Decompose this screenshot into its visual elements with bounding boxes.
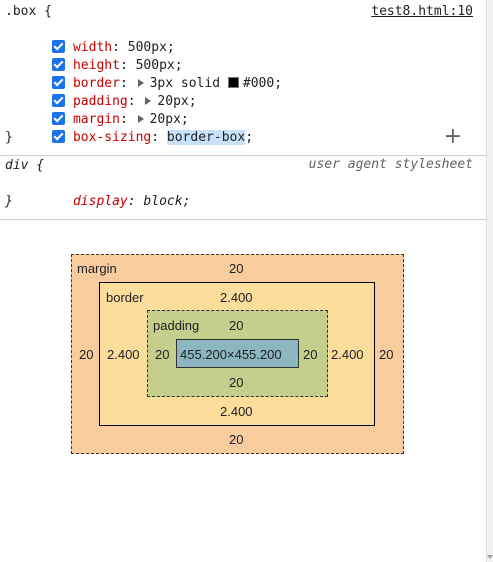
color-value[interactable]: #000 — [243, 76, 274, 91]
scroll-down-arrow-icon[interactable] — [487, 555, 493, 559]
padding-top-value[interactable]: 20 — [229, 319, 243, 333]
border-bottom-value[interactable]: 2.400 — [220, 405, 253, 419]
property-value[interactable]: border-box — [166, 130, 246, 145]
property-name[interactable]: box-sizing — [73, 130, 151, 145]
declaration-margin: margin: 20px; — [5, 93, 189, 127]
margin-bottom-value[interactable]: 20 — [229, 433, 243, 447]
vertical-scrollbar[interactable] — [486, 0, 493, 562]
declaration-box-sizing: box-sizing: border-box; — [5, 111, 253, 145]
content-size-value[interactable]: 455.200×455.200 — [180, 348, 282, 362]
ua-declaration-display: display: block; — [72, 194, 191, 209]
padding-bottom-value[interactable]: 20 — [229, 376, 243, 390]
border-label: border — [106, 290, 144, 305]
margin-left-value[interactable]: 20 — [79, 348, 93, 362]
declaration-height: height: 500px; — [5, 39, 183, 73]
padding-label: padding — [153, 318, 200, 333]
rule-close-brace: } — [5, 130, 13, 145]
property-name: display — [72, 194, 128, 209]
checkbox-box-sizing[interactable] — [51, 130, 65, 143]
styles-pane: .box { test8.html:10 width: 500px; heigh… — [0, 0, 486, 220]
rule-selector[interactable]: .box { — [5, 3, 52, 21]
margin-right-value[interactable]: 20 — [379, 348, 393, 362]
property-value: block — [143, 194, 183, 209]
declaration-padding: padding: 20px; — [5, 75, 197, 109]
box-rule: .box { test8.html:10 width: 500px; heigh… — [0, 0, 486, 156]
declaration-border: border: 3px solid #000; — [5, 57, 282, 91]
ua-source-label: user agent stylesheet — [308, 157, 473, 172]
padding-left-value[interactable]: 20 — [155, 348, 169, 362]
ua-rule-selector: div { — [5, 158, 45, 173]
border-top-value[interactable]: 2.400 — [220, 291, 253, 305]
padding-right-value[interactable]: 20 — [303, 348, 317, 362]
declaration-width: width: 500px; — [5, 21, 175, 55]
ua-rule-close-brace: } — [5, 194, 13, 209]
border-right-value[interactable]: 2.400 — [331, 348, 364, 362]
rule-source-link[interactable]: test8.html:10 — [371, 3, 473, 21]
margin-label: margin — [77, 261, 117, 276]
color-swatch-icon[interactable] — [227, 77, 239, 88]
margin-top-value[interactable]: 20 — [229, 262, 243, 276]
border-left-value[interactable]: 2.400 — [107, 348, 140, 362]
add-declaration-icon[interactable]: + — [444, 126, 462, 148]
